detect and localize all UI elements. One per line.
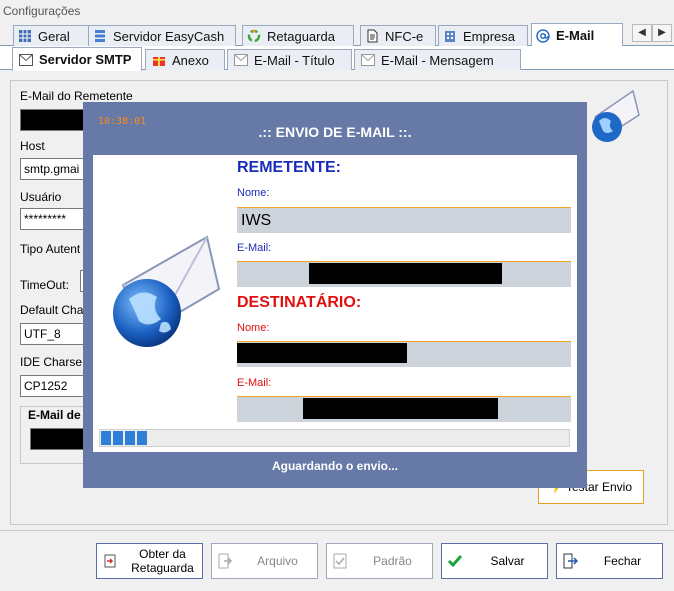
gift-icon	[153, 57, 165, 66]
default-charset-field[interactable]: UTF_8	[20, 323, 90, 345]
tab-label: Anexo	[172, 52, 209, 68]
tab-label: E-Mail - Mensagem	[381, 52, 494, 68]
redacted-block	[31, 429, 89, 449]
ide-charset-field[interactable]: CP1252	[20, 375, 90, 397]
exit-door-icon	[563, 553, 578, 569]
progress-block	[125, 431, 135, 445]
salvar-label: Salvar	[490, 554, 525, 568]
padrao-button[interactable]: Padrão	[326, 543, 433, 579]
tab-label: E-Mail - Título	[254, 52, 335, 68]
tab-servidor-smtp[interactable]: Servidor SMTP	[12, 47, 142, 71]
tipo-autent-label: Tipo Autent	[20, 242, 81, 256]
progress-block	[137, 431, 147, 445]
redacted-block	[237, 343, 407, 363]
arquivo-button[interactable]: Arquivo	[211, 543, 318, 579]
tab-empresa[interactable]: Empresa	[438, 25, 528, 46]
email-globe-icon	[592, 89, 640, 142]
tab-scroll-left-button[interactable]: ◀	[632, 24, 652, 42]
host-field[interactable]: smtp.gmai	[20, 158, 90, 180]
main-tab-strip: Geral Servidor EasyCash Retaguarda NFC-e…	[0, 22, 674, 47]
default-doc-icon	[333, 553, 347, 569]
destinatario-heading: DESTINATÁRIO:	[237, 294, 362, 311]
check-icon	[447, 555, 463, 568]
redacted-block	[21, 110, 85, 130]
destinatario-email-label: E-Mail:	[237, 377, 272, 389]
tab-label: Empresa	[463, 28, 516, 44]
sub-tab-strip: Servidor SMTP Anexo E-Mail - Título E-Ma…	[0, 46, 674, 71]
progress-fill	[101, 431, 147, 445]
tab-label: Retaguarda	[267, 28, 335, 44]
progress-block	[113, 431, 123, 445]
tab-retaguarda[interactable]: Retaguarda	[242, 25, 354, 46]
tab-geral[interactable]: Geral	[13, 25, 97, 46]
tab-scroll-arrows: ◀ ▶	[632, 24, 672, 42]
obter-retaguarda-button[interactable]: Obter da Retaguarda	[96, 543, 203, 579]
dialog-title: .:: ENVIO DE E-MAIL ::.	[258, 124, 412, 140]
fechar-label: Fechar	[603, 554, 642, 568]
remetente-email-field	[237, 261, 571, 287]
tab-anexo[interactable]: Anexo	[145, 49, 225, 70]
usuario-label: Usuário	[20, 190, 62, 204]
import-icon	[104, 554, 116, 568]
tab-label: Servidor EasyCash	[113, 28, 225, 44]
redacted-block	[303, 398, 498, 419]
tab-label: NFC-e	[385, 28, 424, 44]
obter-line2: Retaguarda	[131, 561, 194, 575]
progress-block	[101, 431, 111, 445]
tab-servidor-easycash[interactable]: Servidor EasyCash	[88, 25, 236, 46]
host-label: Host	[20, 139, 45, 153]
salvar-button[interactable]: Salvar	[441, 543, 548, 579]
send-progress-bar	[99, 429, 570, 447]
window-title: Configurações	[3, 4, 81, 18]
remetente-email-label: E-Mail:	[237, 242, 272, 254]
email-destino-group-title: E-Mail de	[26, 408, 83, 422]
remetente-field[interactable]	[20, 109, 90, 131]
recycle-icon	[247, 29, 261, 43]
document-icon	[367, 29, 378, 43]
envelope-icon	[361, 54, 375, 66]
remetente-label: E-Mail do Remetente	[20, 89, 133, 103]
tab-email-mensagem[interactable]: E-Mail - Mensagem	[354, 49, 521, 70]
redacted-block	[309, 263, 502, 284]
email-destino-field[interactable]	[30, 428, 90, 450]
destinatario-nome-field	[237, 341, 571, 367]
timeout-label: TimeOut:	[20, 278, 69, 292]
tab-label: Servidor SMTP	[39, 52, 132, 67]
at-icon	[536, 28, 550, 43]
tab-label: E-Mail	[556, 28, 595, 43]
obter-line1: Obter da	[139, 547, 186, 561]
dialog-content: REMETENTE: Nome: IWS E-Mail: DESTINATÁRI…	[93, 155, 577, 452]
tab-scroll-right-button[interactable]: ▶	[652, 24, 672, 42]
envelope-icon	[19, 53, 33, 66]
destinatario-nome-label: Nome:	[237, 322, 270, 334]
window-titlebar: Configurações	[0, 0, 674, 22]
remetente-nome-field: IWS	[237, 207, 571, 233]
email-globe-icon	[113, 235, 221, 347]
remetente-nome-label: Nome:	[237, 187, 270, 199]
envelope-icon	[234, 54, 248, 66]
usuario-field[interactable]: *********	[20, 208, 90, 230]
tab-email-titulo[interactable]: E-Mail - Título	[227, 49, 352, 70]
tab-nfce[interactable]: NFC-e	[360, 25, 436, 46]
padrao-label: Padrão	[373, 554, 412, 568]
destinatario-email-field	[237, 396, 571, 422]
tab-label: Geral	[38, 28, 70, 44]
remetente-heading: REMETENTE:	[237, 159, 341, 176]
grid-icon	[19, 30, 31, 42]
ide-charset-label: IDE Charse	[20, 355, 83, 369]
file-arrow-icon	[218, 553, 233, 569]
arquivo-label: Arquivo	[257, 554, 298, 568]
server-icon	[95, 30, 105, 42]
tab-email[interactable]: E-Mail	[531, 23, 623, 47]
email-sending-dialog: 10:38:01 .:: ENVIO DE E-MAIL ::. REMETEN…	[83, 102, 587, 488]
status-text: Aguardando o envio...	[271, 459, 398, 473]
default-charset-label: Default Cha	[20, 303, 84, 317]
fechar-button[interactable]: Fechar	[556, 543, 663, 579]
building-icon	[445, 31, 455, 42]
